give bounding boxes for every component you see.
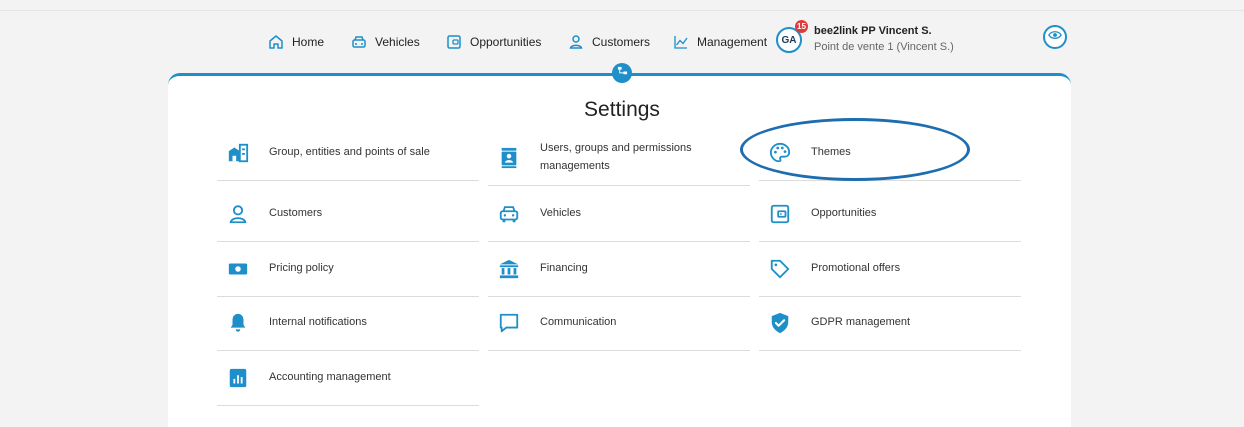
eye-icon <box>1048 28 1062 47</box>
settings-item-gdpr[interactable]: GDPR management <box>759 296 1021 351</box>
notification-badge: 15 <box>795 20 808 33</box>
user-name: bee2link PP Vincent S. <box>814 25 932 37</box>
settings-item-label: Themes <box>811 146 851 159</box>
settings-item-pricing-policy[interactable]: Pricing policy <box>217 242 479 297</box>
settings-item-label: GDPR management <box>811 316 911 329</box>
id-card-icon <box>488 147 540 169</box>
car-icon <box>351 34 367 50</box>
building-icon <box>217 142 269 164</box>
home-icon <box>268 34 284 50</box>
bell-icon <box>217 312 269 334</box>
point-of-sale: Point de vente 1 (Vincent S.) <box>814 41 954 53</box>
nav-opportunities[interactable]: Opportunities <box>446 30 541 54</box>
settings-item-group-entities[interactable]: Group, entities and points of sale <box>217 126 479 181</box>
user-icon <box>217 203 269 225</box>
settings-item-users-groups[interactable]: Users, groups and permissions management… <box>488 131 750 186</box>
bank-icon <box>488 258 540 280</box>
nav-customers-label: Customers <box>592 35 651 49</box>
settings-item-label: Promotional offers <box>811 262 901 275</box>
nav-home[interactable]: Home <box>268 30 324 54</box>
card-handle[interactable] <box>612 63 632 83</box>
settings-item-label: Financing <box>540 262 588 275</box>
chat-bubble-icon <box>488 312 540 334</box>
settings-item-communication[interactable]: Communication <box>488 296 750 351</box>
banknote-icon <box>217 258 269 280</box>
nav-home-label: Home <box>292 35 325 49</box>
car-icon <box>488 203 540 225</box>
eye-button[interactable] <box>1043 25 1067 49</box>
page-title: Settings <box>584 98 660 121</box>
top-divider <box>0 10 1244 11</box>
settings-item-opportunities[interactable]: Opportunities <box>759 187 1021 242</box>
wallet-icon <box>759 203 811 225</box>
settings-item-label: Opportunities <box>811 207 877 220</box>
settings-item-label: Internal notifications <box>269 316 367 329</box>
settings-item-label: Accounting management <box>269 371 391 384</box>
settings-item-themes[interactable]: Themes <box>759 126 1021 181</box>
nav-vehicles[interactable]: Vehicles <box>351 30 420 54</box>
settings-item-label: Communication <box>540 316 617 329</box>
user-icon <box>568 34 584 50</box>
shield-check-icon <box>759 312 811 334</box>
settings-item-internal-notifications[interactable]: Internal notifications <box>217 296 479 351</box>
nav-opportunities-label: Opportunities <box>470 35 542 49</box>
report-icon <box>217 367 269 389</box>
settings-item-label: Customers <box>269 207 323 220</box>
nav-vehicles-label: Vehicles <box>375 35 420 49</box>
settings-item-label: Vehicles <box>540 207 581 220</box>
org-chart-icon <box>617 64 628 82</box>
settings-item-promotional-offers[interactable]: Promotional offers <box>759 242 1021 297</box>
settings-item-financing[interactable]: Financing <box>488 242 750 297</box>
settings-item-label: Users, groups and permissions management… <box>540 142 692 172</box>
nav-customers[interactable]: Customers <box>568 30 650 54</box>
settings-item-accounting[interactable]: Accounting management <box>217 351 479 406</box>
tag-icon <box>759 258 811 280</box>
palette-icon <box>759 142 811 164</box>
settings-item-vehicles[interactable]: Vehicles <box>488 187 750 242</box>
nav-management[interactable]: Management <box>673 30 767 54</box>
settings-item-customers[interactable]: Customers <box>217 187 479 242</box>
nav-management-label: Management <box>697 35 768 49</box>
settings-item-label: Group, entities and points of sale <box>269 146 430 159</box>
wallet-icon <box>446 34 462 50</box>
settings-item-label: Pricing policy <box>269 262 334 275</box>
line-chart-icon <box>673 34 689 50</box>
